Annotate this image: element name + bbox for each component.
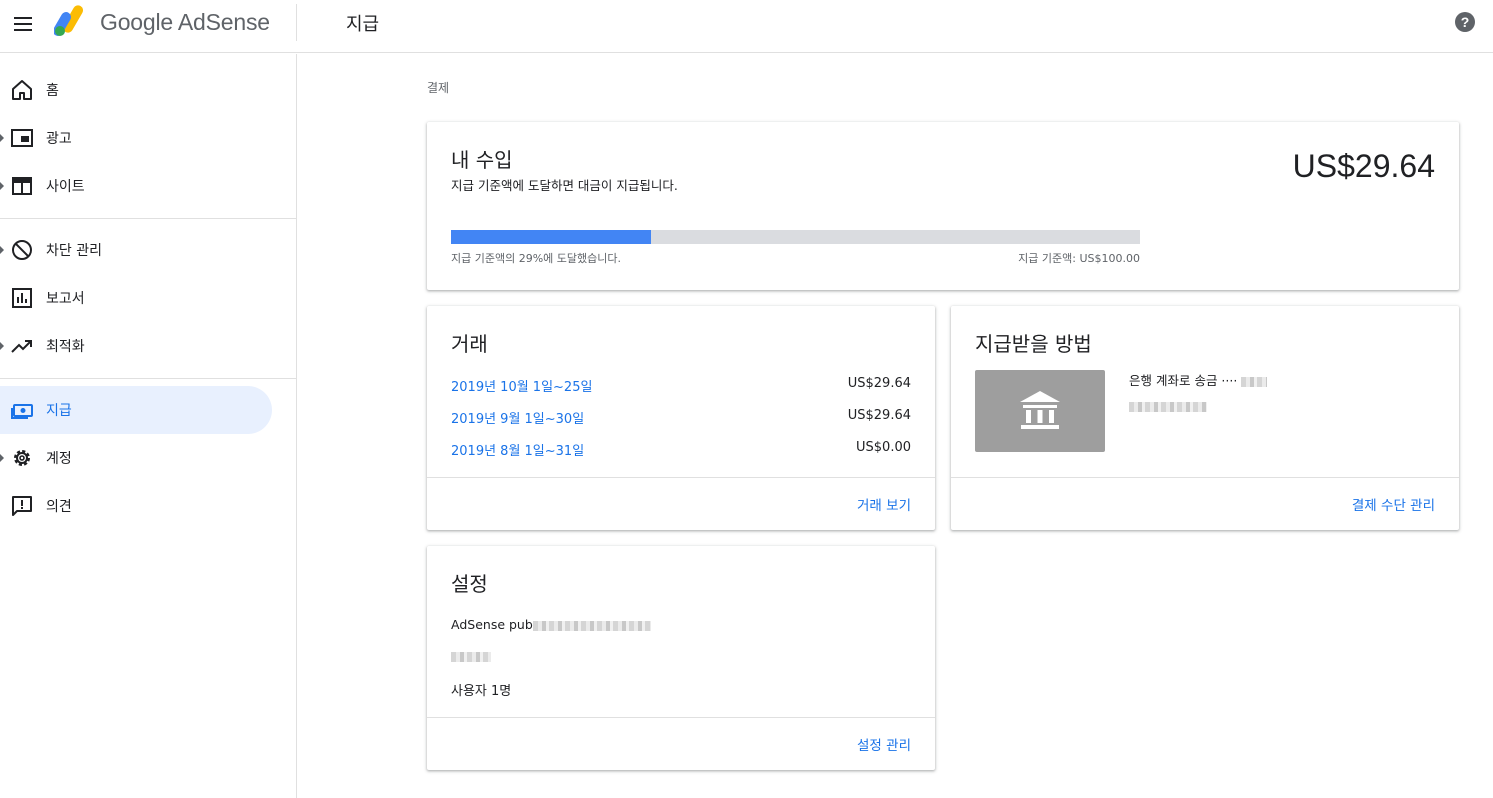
sites-icon — [12, 177, 32, 195]
payments-icon — [11, 404, 33, 419]
redacted-bank-details — [1129, 396, 1207, 415]
expand-arrow-icon — [0, 246, 4, 254]
card-divider — [427, 477, 935, 478]
nav-divider — [0, 218, 297, 219]
redacted-publisher-id — [532, 620, 651, 631]
reports-icon — [12, 288, 32, 308]
sidebar-item-label: 보고서 — [46, 291, 85, 307]
transaction-period-link[interactable]: 2019년 9월 1일~30일 — [451, 408, 584, 427]
transaction-amount: US$29.64 — [847, 408, 911, 423]
settings-card: 설정 AdSense pub 사용자 1명 설정 관리 — [427, 546, 935, 770]
help-icon[interactable]: ? — [1454, 11, 1476, 33]
trending-icon — [11, 340, 32, 353]
table-row: 2019년 9월 1일~30일 US$29.64 — [451, 408, 911, 428]
sidebar-item-label: 사이트 — [46, 179, 85, 195]
publisher-id: AdSense pub — [451, 617, 651, 632]
sidebar-item-label: 차단 관리 — [46, 243, 102, 259]
publisher-prefix: AdSense pub — [451, 617, 533, 632]
redacted-account-number — [1241, 376, 1268, 387]
earnings-amount: US$29.64 — [1292, 148, 1435, 184]
menu-icon — [14, 17, 32, 31]
expand-arrow-icon — [0, 134, 4, 142]
table-row: 2019년 8월 1일~31일 US$0.00 — [451, 440, 911, 460]
ads-icon — [11, 129, 33, 147]
expand-arrow-icon — [0, 342, 4, 350]
progress-fill — [451, 230, 651, 244]
payment-method-card: 지급받을 방법 은행 계좌로 송금 ···· 결제 수단 관리 — [951, 306, 1459, 530]
manage-payment-methods-link[interactable]: 결제 수단 관리 — [1352, 494, 1435, 514]
sidebar-item-feedback[interactable]: 의견 — [0, 482, 272, 530]
feedback-icon — [12, 496, 32, 516]
sidebar-item-ads[interactable]: 광고 — [0, 114, 272, 162]
earnings-card: 내 수입 지급 기준액에 도달하면 대금이 지급됩니다. US$29.64 지급… — [427, 122, 1459, 290]
nav-divider — [0, 378, 297, 379]
sidebar-item-sites[interactable]: 사이트 — [0, 162, 272, 210]
sidebar-item-label: 의견 — [46, 499, 72, 515]
sidebar-item-account[interactable]: 계정 — [0, 434, 272, 482]
brand-name: Google AdSense — [100, 9, 270, 35]
users-link[interactable]: 사용자 1명 — [451, 680, 511, 699]
menu-button[interactable] — [9, 10, 37, 38]
earnings-subtitle: 지급 기준액에 도달하면 대금이 지급됩니다. — [451, 178, 678, 193]
transaction-amount: US$29.64 — [847, 376, 911, 391]
redacted-account-name — [451, 648, 491, 663]
sidebar: 홈 광고 사이트 차단 관리 보고서 최적화 지급 계정 의견 — [0, 54, 297, 798]
header-divider — [296, 4, 297, 41]
bank-icon — [1020, 391, 1060, 429]
transaction-period-link[interactable]: 2019년 8월 1일~31일 — [451, 440, 584, 459]
sidebar-item-optimization[interactable]: 최적화 — [0, 322, 272, 370]
expand-arrow-icon — [0, 182, 4, 190]
transactions-title: 거래 — [451, 332, 488, 356]
sidebar-item-home[interactable]: 홈 — [0, 66, 272, 114]
manage-settings-link[interactable]: 설정 관리 — [857, 734, 911, 754]
card-divider — [427, 717, 935, 718]
expand-arrow-icon — [0, 454, 4, 462]
table-row: 2019년 10월 1일~25일 US$29.64 — [451, 376, 911, 396]
svg-text:?: ? — [1461, 14, 1470, 30]
block-icon — [12, 240, 32, 260]
bank-transfer-label: 은행 계좌로 송금 ···· — [1129, 370, 1268, 389]
bank-method-text: 은행 계좌로 송금 ···· — [1129, 373, 1238, 388]
payment-threshold-progress — [451, 230, 1140, 244]
payment-method-title: 지급받을 방법 — [975, 332, 1092, 356]
sidebar-item-label: 지급 — [46, 403, 72, 419]
sidebar-item-label: 홈 — [46, 83, 59, 99]
card-divider — [951, 477, 1459, 478]
home-icon — [12, 80, 32, 100]
earnings-title: 내 수입 — [451, 148, 513, 172]
top-app-bar: Google AdSense 지급 ? — [0, 0, 1493, 53]
sidebar-item-payments[interactable]: 지급 — [0, 386, 272, 434]
settings-icon — [14, 450, 30, 466]
adsense-logo-icon[interactable] — [54, 5, 88, 37]
sidebar-item-label: 최적화 — [46, 339, 85, 355]
breadcrumb: 결제 — [427, 81, 450, 95]
settings-title: 설정 — [451, 572, 488, 596]
transactions-card: 거래 2019년 10월 1일~25일 US$29.64 2019년 9월 1일… — [427, 306, 935, 530]
page-title: 지급 — [346, 14, 380, 35]
threshold-text: 지급 기준액: US$100.00 — [1018, 252, 1140, 265]
sidebar-item-reports[interactable]: 보고서 — [0, 274, 272, 322]
sidebar-item-label: 광고 — [46, 131, 72, 147]
sidebar-item-label: 계정 — [46, 451, 72, 467]
view-transactions-link[interactable]: 거래 보기 — [857, 494, 911, 514]
transaction-period-link[interactable]: 2019년 10월 1일~25일 — [451, 376, 592, 395]
redacted-text — [451, 651, 491, 662]
bank-tile — [975, 370, 1105, 452]
sidebar-item-block[interactable]: 차단 관리 — [0, 226, 272, 274]
transaction-amount: US$0.00 — [856, 440, 911, 455]
redacted-text — [1129, 401, 1207, 412]
